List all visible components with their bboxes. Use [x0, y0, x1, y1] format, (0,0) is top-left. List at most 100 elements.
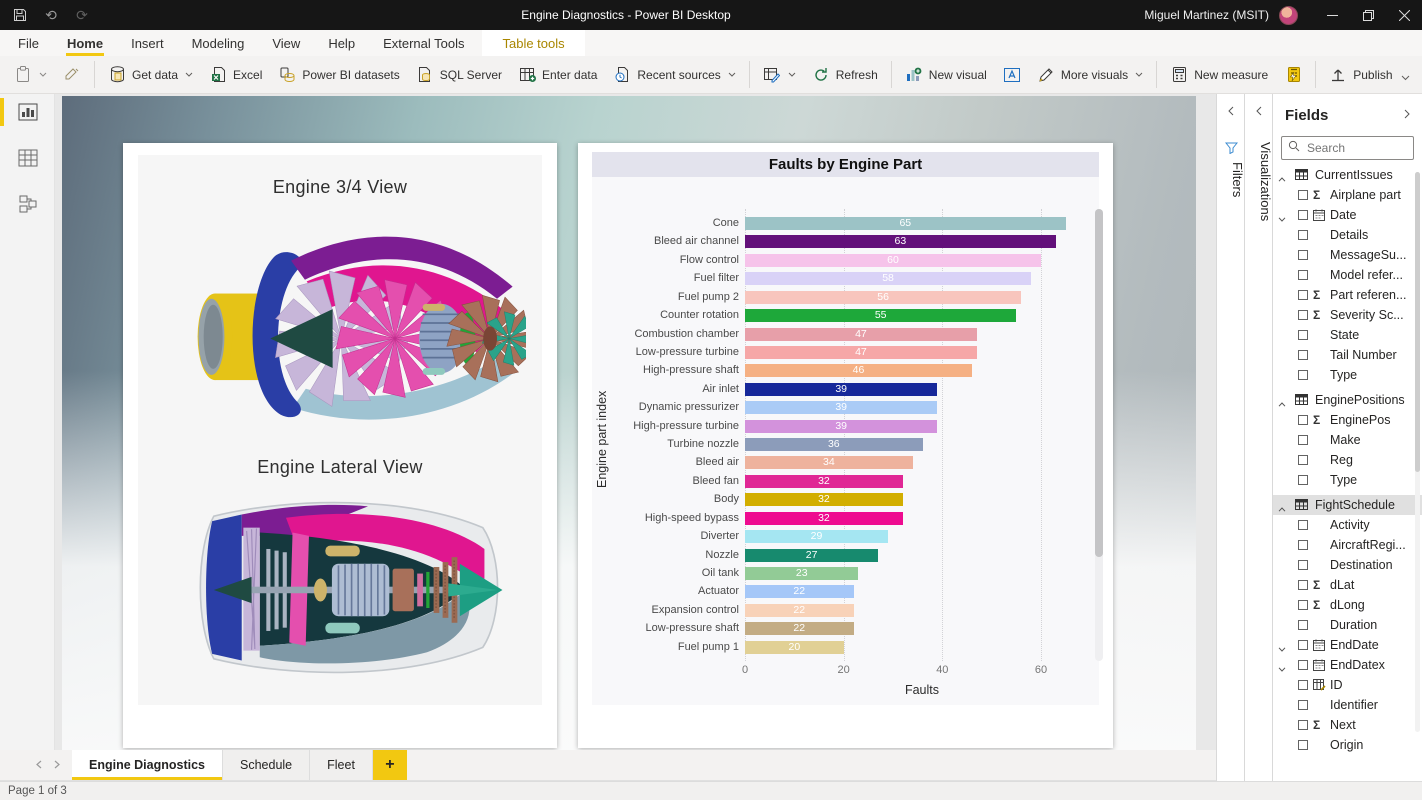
sql-server-button[interactable]: SQL Server — [408, 60, 510, 90]
visualizations-pane-collapsed[interactable]: Visualizations — [1244, 94, 1272, 781]
menu-external-tools[interactable]: External Tools — [369, 30, 478, 56]
field-row-details[interactable]: Details — [1273, 225, 1422, 245]
new-measure-button[interactable]: New measure — [1162, 60, 1276, 90]
chevron-up-icon[interactable] — [1278, 501, 1286, 515]
chevron-down-icon[interactable] — [1278, 211, 1286, 225]
paste-button[interactable] — [6, 60, 55, 90]
transform-data-button[interactable] — [755, 60, 804, 90]
field-row-reg[interactable]: Reg — [1273, 450, 1422, 470]
bar-flow-control[interactable]: 60 — [745, 254, 1041, 267]
report-page[interactable]: Engine 3/4 View — [62, 96, 1196, 750]
expand-visualizations-icon[interactable] — [1245, 106, 1273, 116]
bar-body[interactable]: 32 — [745, 493, 903, 506]
get-data-button[interactable]: Get data — [100, 60, 201, 90]
minimize-button[interactable] — [1314, 0, 1350, 30]
field-checkbox[interactable] — [1298, 415, 1308, 425]
bar-low-pressure-shaft[interactable]: 22 — [745, 622, 854, 635]
collapse-fields-icon[interactable] — [1404, 106, 1410, 124]
chevron-up-icon[interactable] — [1278, 396, 1286, 410]
bar-bleed-air-channel[interactable]: 63 — [745, 235, 1056, 248]
field-checkbox[interactable] — [1298, 720, 1308, 730]
field-row-enddatex[interactable]: EndDatex — [1273, 655, 1422, 675]
enter-data-button[interactable]: Enter data — [510, 60, 605, 90]
excel-button[interactable]: Excel — [201, 60, 270, 90]
field-checkbox[interactable] — [1298, 310, 1308, 320]
avatar[interactable] — [1279, 6, 1298, 25]
field-checkbox[interactable] — [1298, 455, 1308, 465]
field-checkbox[interactable] — [1298, 600, 1308, 610]
restore-button[interactable] — [1350, 0, 1386, 30]
field-checkbox[interactable] — [1298, 350, 1308, 360]
bar-actuator[interactable]: 22 — [745, 585, 854, 598]
field-checkbox[interactable] — [1298, 560, 1308, 570]
field-row-origin[interactable]: Origin — [1273, 735, 1422, 755]
field-row-activity[interactable]: Activity — [1273, 515, 1422, 535]
bar-low-pressure-turbine[interactable]: 47 — [745, 346, 977, 359]
expand-filters-icon[interactable] — [1217, 106, 1245, 116]
report-view-button[interactable] — [0, 96, 55, 128]
quick-measure-button[interactable] — [1276, 60, 1310, 90]
field-checkbox[interactable] — [1298, 250, 1308, 260]
field-checkbox[interactable] — [1298, 290, 1308, 300]
new-visual-button[interactable]: New visual — [897, 60, 995, 90]
field-row-severity-sc-[interactable]: ΣSeverity Sc... — [1273, 305, 1422, 325]
bar-expansion-control[interactable]: 22 — [745, 604, 854, 617]
bar-counter-rotation[interactable]: 55 — [745, 309, 1016, 322]
more-visuals-button[interactable]: More visuals — [1029, 60, 1151, 90]
bar-bleed-fan[interactable]: 32 — [745, 475, 903, 488]
field-checkbox[interactable] — [1298, 370, 1308, 380]
chevron-up-icon[interactable] — [1278, 171, 1286, 185]
field-row-destination[interactable]: Destination — [1273, 555, 1422, 575]
bar-cone[interactable]: 65 — [745, 217, 1066, 230]
collapse-ribbon-button[interactable] — [1401, 68, 1410, 86]
field-row-tail-number[interactable]: Tail Number — [1273, 345, 1422, 365]
next-page-arrow-icon[interactable] — [54, 756, 60, 774]
field-row-enginepos[interactable]: ΣEnginePos — [1273, 410, 1422, 430]
bar-air-inlet[interactable]: 39 — [745, 383, 937, 396]
field-row-duration[interactable]: Duration — [1273, 615, 1422, 635]
faults-bar-chart-visual[interactable]: Faults by Engine Part 0204060Cone65Bleed… — [578, 143, 1113, 748]
field-checkbox[interactable] — [1298, 435, 1308, 445]
field-checkbox[interactable] — [1298, 580, 1308, 590]
model-view-button[interactable] — [0, 188, 55, 220]
undo-icon[interactable]: ⟲ — [43, 7, 59, 23]
power-bi-datasets-button[interactable]: Power BI datasets — [270, 60, 407, 90]
bar-combustion-chamber[interactable]: 47 — [745, 328, 977, 341]
previous-page-arrow-icon[interactable] — [36, 756, 42, 774]
field-checkbox[interactable] — [1298, 475, 1308, 485]
field-checkbox[interactable] — [1298, 680, 1308, 690]
field-checkbox[interactable] — [1298, 540, 1308, 550]
recent-sources-button[interactable]: Recent sources — [605, 60, 743, 90]
menu-home[interactable]: Home — [53, 30, 117, 56]
page-tab-fleet[interactable]: Fleet — [310, 750, 373, 780]
bar-fuel-filter[interactable]: 58 — [745, 272, 1031, 285]
field-row-dlong[interactable]: ΣdLong — [1273, 595, 1422, 615]
field-row-state[interactable]: State — [1273, 325, 1422, 345]
field-row-messagesu-[interactable]: MessageSu... — [1273, 245, 1422, 265]
field-checkbox[interactable] — [1298, 740, 1308, 750]
menu-file[interactable]: File — [4, 30, 53, 56]
text-box-button[interactable] — [995, 60, 1029, 90]
fields-scrollbar[interactable] — [1415, 172, 1420, 732]
tab-table-tools[interactable]: Table tools — [482, 30, 584, 56]
field-row-part-referen-[interactable]: ΣPart referen... — [1273, 285, 1422, 305]
bar-turbine-nozzle[interactable]: 36 — [745, 438, 923, 451]
refresh-button[interactable]: Refresh — [804, 60, 886, 90]
close-button[interactable] — [1386, 0, 1422, 30]
menu-insert[interactable]: Insert — [117, 30, 178, 56]
bar-oil-tank[interactable]: 23 — [745, 567, 858, 580]
new-page-button[interactable]: + — [373, 750, 407, 780]
bar-dynamic-pressurizer[interactable]: 39 — [745, 401, 937, 414]
user-name[interactable]: Miguel Martinez (MSIT) — [1144, 8, 1269, 22]
chevron-down-icon[interactable] — [1278, 641, 1286, 655]
menu-view[interactable]: View — [258, 30, 314, 56]
field-row-currentissues[interactable]: CurrentIssues — [1273, 165, 1422, 185]
fields-scrollbar-thumb[interactable] — [1415, 172, 1420, 472]
field-row-type[interactable]: Type — [1273, 365, 1422, 385]
page-tab-engine-diagnostics[interactable]: Engine Diagnostics — [72, 750, 223, 780]
chart-scrollbar-thumb[interactable] — [1095, 209, 1103, 557]
field-row-identifier[interactable]: Identifier — [1273, 695, 1422, 715]
menu-modeling[interactable]: Modeling — [178, 30, 259, 56]
search-input[interactable] — [1305, 140, 1405, 156]
bar-fuel-pump-2[interactable]: 56 — [745, 291, 1021, 304]
